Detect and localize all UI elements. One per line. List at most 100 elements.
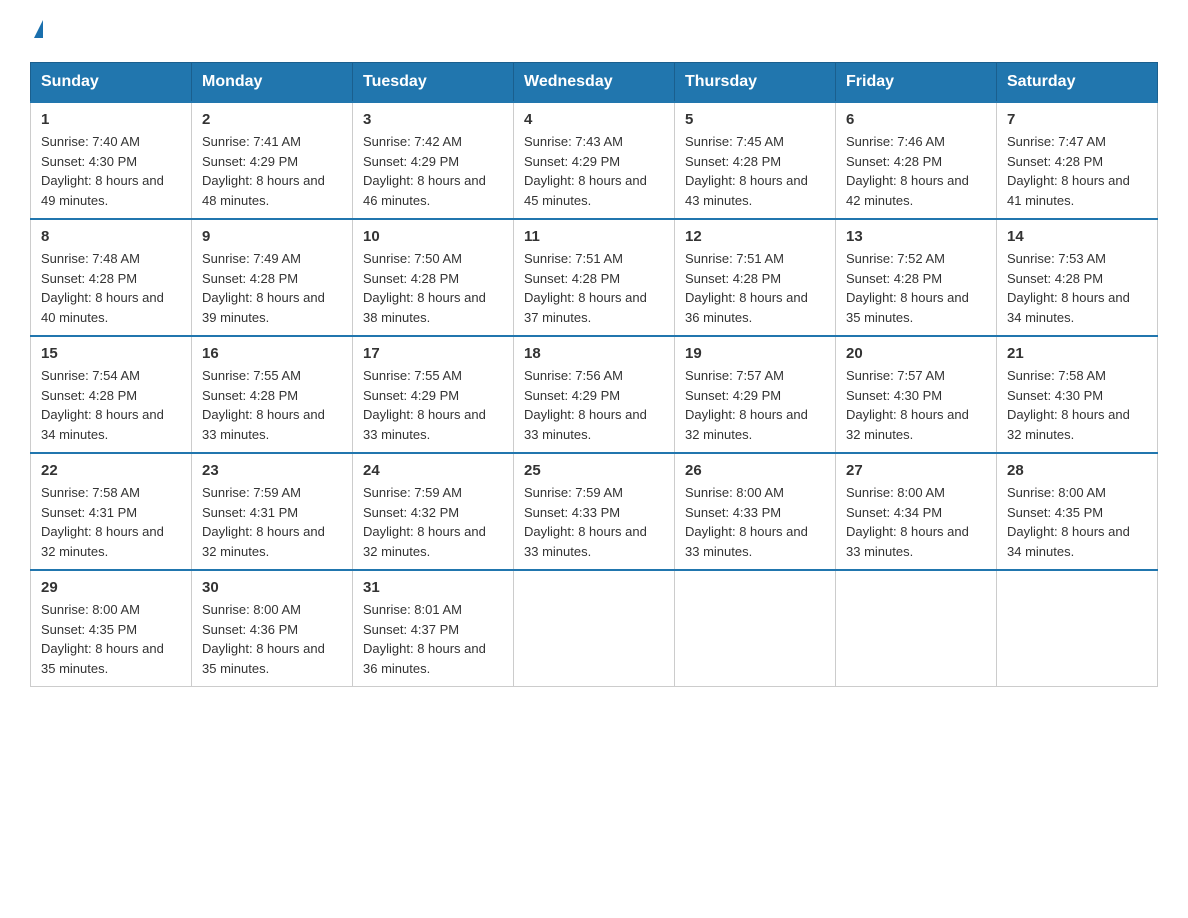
day-number: 2 (202, 111, 342, 128)
day-number: 14 (1007, 228, 1147, 245)
day-number: 23 (202, 462, 342, 479)
day-number: 8 (41, 228, 181, 245)
calendar-day-cell (997, 570, 1158, 687)
calendar-day-cell: 22 Sunrise: 7:58 AM Sunset: 4:31 PM Dayl… (31, 453, 192, 570)
header (30, 20, 1158, 42)
logo-triangle-icon (34, 20, 43, 38)
day-info: Sunrise: 7:54 AM Sunset: 4:28 PM Dayligh… (41, 366, 181, 444)
day-info: Sunrise: 7:45 AM Sunset: 4:28 PM Dayligh… (685, 132, 825, 210)
calendar-table: SundayMondayTuesdayWednesdayThursdayFrid… (30, 62, 1158, 687)
calendar-day-cell: 15 Sunrise: 7:54 AM Sunset: 4:28 PM Dayl… (31, 336, 192, 453)
day-number: 12 (685, 228, 825, 245)
day-info: Sunrise: 7:42 AM Sunset: 4:29 PM Dayligh… (363, 132, 503, 210)
weekday-header-row: SundayMondayTuesdayWednesdayThursdayFrid… (31, 63, 1158, 103)
calendar-day-cell: 30 Sunrise: 8:00 AM Sunset: 4:36 PM Dayl… (192, 570, 353, 687)
calendar-day-cell: 1 Sunrise: 7:40 AM Sunset: 4:30 PM Dayli… (31, 102, 192, 219)
day-number: 21 (1007, 345, 1147, 362)
logo (30, 20, 43, 42)
weekday-header-thursday: Thursday (675, 63, 836, 103)
day-info: Sunrise: 7:48 AM Sunset: 4:28 PM Dayligh… (41, 249, 181, 327)
calendar-day-cell: 2 Sunrise: 7:41 AM Sunset: 4:29 PM Dayli… (192, 102, 353, 219)
day-number: 30 (202, 579, 342, 596)
calendar-day-cell: 12 Sunrise: 7:51 AM Sunset: 4:28 PM Dayl… (675, 219, 836, 336)
day-info: Sunrise: 7:57 AM Sunset: 4:29 PM Dayligh… (685, 366, 825, 444)
day-number: 1 (41, 111, 181, 128)
calendar-day-cell: 29 Sunrise: 8:00 AM Sunset: 4:35 PM Dayl… (31, 570, 192, 687)
weekday-header-wednesday: Wednesday (514, 63, 675, 103)
day-number: 31 (363, 579, 503, 596)
day-info: Sunrise: 7:43 AM Sunset: 4:29 PM Dayligh… (524, 132, 664, 210)
calendar-week-row: 22 Sunrise: 7:58 AM Sunset: 4:31 PM Dayl… (31, 453, 1158, 570)
day-number: 27 (846, 462, 986, 479)
day-number: 13 (846, 228, 986, 245)
calendar-day-cell: 16 Sunrise: 7:55 AM Sunset: 4:28 PM Dayl… (192, 336, 353, 453)
day-info: Sunrise: 8:00 AM Sunset: 4:34 PM Dayligh… (846, 483, 986, 561)
day-info: Sunrise: 7:52 AM Sunset: 4:28 PM Dayligh… (846, 249, 986, 327)
calendar-day-cell: 11 Sunrise: 7:51 AM Sunset: 4:28 PM Dayl… (514, 219, 675, 336)
weekday-header-saturday: Saturday (997, 63, 1158, 103)
calendar-day-cell (514, 570, 675, 687)
day-number: 28 (1007, 462, 1147, 479)
day-number: 10 (363, 228, 503, 245)
day-info: Sunrise: 7:46 AM Sunset: 4:28 PM Dayligh… (846, 132, 986, 210)
day-number: 19 (685, 345, 825, 362)
calendar-day-cell: 13 Sunrise: 7:52 AM Sunset: 4:28 PM Dayl… (836, 219, 997, 336)
day-number: 4 (524, 111, 664, 128)
calendar-day-cell: 14 Sunrise: 7:53 AM Sunset: 4:28 PM Dayl… (997, 219, 1158, 336)
calendar-day-cell: 4 Sunrise: 7:43 AM Sunset: 4:29 PM Dayli… (514, 102, 675, 219)
day-number: 3 (363, 111, 503, 128)
day-number: 18 (524, 345, 664, 362)
calendar-day-cell: 21 Sunrise: 7:58 AM Sunset: 4:30 PM Dayl… (997, 336, 1158, 453)
day-info: Sunrise: 7:55 AM Sunset: 4:29 PM Dayligh… (363, 366, 503, 444)
calendar-week-row: 1 Sunrise: 7:40 AM Sunset: 4:30 PM Dayli… (31, 102, 1158, 219)
calendar-day-cell: 17 Sunrise: 7:55 AM Sunset: 4:29 PM Dayl… (353, 336, 514, 453)
weekday-header-sunday: Sunday (31, 63, 192, 103)
day-number: 15 (41, 345, 181, 362)
calendar-day-cell (836, 570, 997, 687)
calendar-day-cell: 7 Sunrise: 7:47 AM Sunset: 4:28 PM Dayli… (997, 102, 1158, 219)
day-number: 9 (202, 228, 342, 245)
day-number: 16 (202, 345, 342, 362)
day-info: Sunrise: 8:00 AM Sunset: 4:35 PM Dayligh… (41, 600, 181, 678)
day-info: Sunrise: 7:59 AM Sunset: 4:32 PM Dayligh… (363, 483, 503, 561)
calendar-day-cell: 10 Sunrise: 7:50 AM Sunset: 4:28 PM Dayl… (353, 219, 514, 336)
day-number: 7 (1007, 111, 1147, 128)
day-info: Sunrise: 7:41 AM Sunset: 4:29 PM Dayligh… (202, 132, 342, 210)
day-info: Sunrise: 7:58 AM Sunset: 4:30 PM Dayligh… (1007, 366, 1147, 444)
calendar-week-row: 15 Sunrise: 7:54 AM Sunset: 4:28 PM Dayl… (31, 336, 1158, 453)
day-info: Sunrise: 7:49 AM Sunset: 4:28 PM Dayligh… (202, 249, 342, 327)
day-info: Sunrise: 8:00 AM Sunset: 4:35 PM Dayligh… (1007, 483, 1147, 561)
calendar-day-cell: 25 Sunrise: 7:59 AM Sunset: 4:33 PM Dayl… (514, 453, 675, 570)
day-info: Sunrise: 7:59 AM Sunset: 4:33 PM Dayligh… (524, 483, 664, 561)
day-number: 24 (363, 462, 503, 479)
calendar-day-cell: 27 Sunrise: 8:00 AM Sunset: 4:34 PM Dayl… (836, 453, 997, 570)
day-info: Sunrise: 8:00 AM Sunset: 4:36 PM Dayligh… (202, 600, 342, 678)
day-info: Sunrise: 7:51 AM Sunset: 4:28 PM Dayligh… (524, 249, 664, 327)
weekday-header-tuesday: Tuesday (353, 63, 514, 103)
day-number: 20 (846, 345, 986, 362)
calendar-day-cell: 18 Sunrise: 7:56 AM Sunset: 4:29 PM Dayl… (514, 336, 675, 453)
calendar-day-cell: 23 Sunrise: 7:59 AM Sunset: 4:31 PM Dayl… (192, 453, 353, 570)
day-number: 11 (524, 228, 664, 245)
day-info: Sunrise: 7:57 AM Sunset: 4:30 PM Dayligh… (846, 366, 986, 444)
day-number: 29 (41, 579, 181, 596)
calendar-day-cell: 8 Sunrise: 7:48 AM Sunset: 4:28 PM Dayli… (31, 219, 192, 336)
calendar-week-row: 29 Sunrise: 8:00 AM Sunset: 4:35 PM Dayl… (31, 570, 1158, 687)
day-number: 26 (685, 462, 825, 479)
day-info: Sunrise: 7:47 AM Sunset: 4:28 PM Dayligh… (1007, 132, 1147, 210)
weekday-header-monday: Monday (192, 63, 353, 103)
calendar-day-cell: 24 Sunrise: 7:59 AM Sunset: 4:32 PM Dayl… (353, 453, 514, 570)
weekday-header-friday: Friday (836, 63, 997, 103)
calendar-day-cell: 20 Sunrise: 7:57 AM Sunset: 4:30 PM Dayl… (836, 336, 997, 453)
day-info: Sunrise: 7:51 AM Sunset: 4:28 PM Dayligh… (685, 249, 825, 327)
calendar-day-cell: 28 Sunrise: 8:00 AM Sunset: 4:35 PM Dayl… (997, 453, 1158, 570)
calendar-day-cell: 5 Sunrise: 7:45 AM Sunset: 4:28 PM Dayli… (675, 102, 836, 219)
day-info: Sunrise: 7:59 AM Sunset: 4:31 PM Dayligh… (202, 483, 342, 561)
calendar-day-cell: 6 Sunrise: 7:46 AM Sunset: 4:28 PM Dayli… (836, 102, 997, 219)
day-info: Sunrise: 7:56 AM Sunset: 4:29 PM Dayligh… (524, 366, 664, 444)
calendar-day-cell: 31 Sunrise: 8:01 AM Sunset: 4:37 PM Dayl… (353, 570, 514, 687)
day-number: 22 (41, 462, 181, 479)
day-info: Sunrise: 7:50 AM Sunset: 4:28 PM Dayligh… (363, 249, 503, 327)
day-number: 25 (524, 462, 664, 479)
day-info: Sunrise: 7:53 AM Sunset: 4:28 PM Dayligh… (1007, 249, 1147, 327)
